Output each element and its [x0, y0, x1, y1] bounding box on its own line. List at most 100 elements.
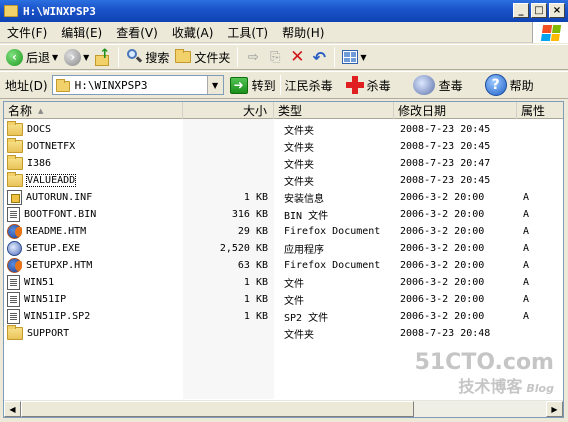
kill-label: 杀毒: [366, 78, 391, 93]
column-header-row: 名称 ▲ 大小 类型 修改日期 属性: [4, 102, 563, 119]
column-header-name[interactable]: 名称 ▲: [4, 102, 183, 119]
undo-icon: ↶: [312, 47, 327, 67]
menu-view[interactable]: 查看(V): [109, 24, 165, 41]
file-name-cell: WIN51IP.SP2: [4, 309, 183, 324]
back-arrow-icon: ‹: [6, 48, 23, 66]
delete-button[interactable]: ✕: [286, 46, 308, 68]
forward-button[interactable]: › ▼: [61, 46, 92, 68]
toolbar-separator: [118, 47, 120, 67]
sort-ascending-icon: ▲: [38, 106, 44, 115]
folders-button[interactable]: 文件夹: [172, 46, 233, 68]
go-button[interactable]: ➜ 转到: [229, 76, 276, 94]
file-row[interactable]: VALUEADD 文件夹 2008-7-23 20:45: [4, 172, 563, 189]
address-label: 地址(D): [5, 78, 48, 93]
folders-label: 文件夹: [194, 50, 231, 65]
menu-file[interactable]: 文件(F): [0, 24, 54, 41]
toolbar-separator: [237, 47, 239, 67]
file-type: Firefox Document: [284, 260, 381, 271]
menu-favorites[interactable]: 收藏(A): [165, 24, 221, 41]
plugin-label[interactable]: 江民杀毒: [285, 77, 333, 94]
file-name: WIN51: [24, 277, 55, 288]
title-bar: H:\WINXPSP3 _ □ ×: [0, 0, 568, 22]
menu-tools[interactable]: 工具(T): [220, 24, 275, 41]
firefox-icon: [7, 224, 22, 239]
file-row[interactable]: WIN51IP.SP2 1 KB SP2 文件 2006-3-2 20:00 A: [4, 308, 563, 325]
file-rows: DOCS 文件夹 2008-7-23 20:45 DOTNETFX 文件夹 2008-7-…: [4, 121, 563, 342]
scroll-track[interactable]: [21, 401, 546, 417]
file-row[interactable]: BOOTFONT.BIN 316 KB BIN 文件 2006-3-2 20:00 A: [4, 206, 563, 223]
file-date: 2006-3-2 20:00: [400, 277, 485, 288]
undo-button[interactable]: ↶: [308, 46, 330, 68]
file-row[interactable]: SETUP.EXE 2,520 KB 应用程序 2006-3-2 20:00 A: [4, 240, 563, 257]
copy-to-button[interactable]: ⎘: [264, 46, 286, 68]
chevron-down-icon[interactable]: ▼: [360, 53, 366, 62]
menu-edit[interactable]: 编辑(E): [54, 24, 109, 41]
file-name: SUPPORT: [27, 328, 70, 339]
back-button[interactable]: ‹ 后退 ▼: [3, 46, 61, 68]
menu-bar: 文件(F) 编辑(E) 查看(V) 收藏(A) 工具(T) 帮助(H): [0, 22, 568, 43]
file-row[interactable]: WIN51IP 1 KB 文件 2006-3-2 20:00 A: [4, 291, 563, 308]
search-icon: [126, 49, 143, 65]
file-name-cell: WIN51IP: [4, 292, 183, 307]
help-button[interactable]: ? 帮助: [484, 73, 534, 97]
chevron-down-icon[interactable]: ▼: [52, 53, 58, 62]
chevron-down-icon[interactable]: ▼: [83, 53, 89, 62]
file-row[interactable]: SETUPXP.HTM 63 KB Firefox Document 2006-3-2…: [4, 257, 563, 274]
scroll-left-button[interactable]: ◀: [4, 401, 21, 417]
file-type: BIN 文件: [284, 211, 329, 222]
file-list[interactable]: 名称 ▲ 大小 类型 修改日期 属性 DOCS 文件夹 2008-7-23 20:4…: [3, 101, 564, 418]
file-type: Firefox Document: [284, 226, 381, 237]
move-to-button[interactable]: ⇨: [242, 46, 264, 68]
firefox-icon: [7, 258, 22, 273]
folder-icon: [175, 49, 192, 63]
antivirus-check-button[interactable]: 查毒: [412, 73, 463, 97]
file-size: 2,520 KB: [219, 243, 268, 254]
column-header-date[interactable]: 修改日期: [394, 102, 517, 119]
file-row[interactable]: README.HTM 29 KB Firefox Document 2006-3-2 …: [4, 223, 563, 240]
minimize-button[interactable]: _: [513, 3, 529, 18]
go-label: 转到: [251, 78, 276, 93]
search-button[interactable]: 搜索: [123, 46, 172, 68]
antivirus-kill-button[interactable]: 杀毒: [345, 73, 391, 97]
column-header-type[interactable]: 类型: [274, 102, 394, 119]
file-name-cell: WIN51: [4, 275, 183, 290]
file-date: 2008-7-23 20:48: [400, 328, 491, 339]
up-button[interactable]: ↑: [92, 46, 114, 68]
file-row[interactable]: SUPPORT 文件夹 2008-7-23 20:48: [4, 325, 563, 342]
file-attributes: A: [523, 311, 530, 322]
folder-icon: [7, 325, 23, 340]
file-row[interactable]: WIN51 1 KB 文件 2006-3-2 20:00 A: [4, 274, 563, 291]
file-date: 2006-3-2 20:00: [400, 209, 485, 220]
file-name: AUTORUN.INF: [26, 192, 93, 203]
folder-icon: [7, 172, 23, 187]
windows-logo-icon: [532, 22, 568, 43]
file-name-cell: SETUP.EXE: [4, 241, 183, 256]
menu-help[interactable]: 帮助(H): [275, 24, 331, 41]
file-size: 29 KB: [237, 226, 268, 237]
file-date: 2006-3-2 20:00: [400, 294, 485, 305]
toolbar-separator: [334, 47, 336, 67]
chevron-down-icon[interactable]: ▼: [206, 76, 223, 94]
file-row[interactable]: DOTNETFX 文件夹 2008-7-23 20:45: [4, 138, 563, 155]
maximize-button[interactable]: □: [531, 3, 547, 18]
file-name: WIN51IP.SP2: [24, 311, 91, 322]
scroll-thumb[interactable]: [21, 401, 414, 417]
file-name-cell: SETUPXP.HTM: [4, 258, 183, 273]
horizontal-scrollbar[interactable]: ◀ ▶: [4, 400, 563, 417]
views-button[interactable]: ▼: [339, 46, 369, 68]
address-input[interactable]: H:\WINXPSP3 ▼: [51, 75, 224, 95]
file-row[interactable]: DOCS 文件夹 2008-7-23 20:45: [4, 121, 563, 138]
file-type: 文件: [284, 279, 304, 290]
column-header-attributes[interactable]: 属性: [517, 102, 563, 119]
file-name-cell: AUTORUN.INF: [4, 190, 183, 205]
file-row[interactable]: AUTORUN.INF 1 KB 安装信息 2006-3-2 20:00 A: [4, 189, 563, 206]
scroll-right-button[interactable]: ▶: [546, 401, 563, 417]
close-button[interactable]: ×: [549, 3, 565, 18]
file-row[interactable]: I386 文件夹 2008-7-23 20:47: [4, 155, 563, 172]
file-date: 2008-7-23 20:45: [400, 141, 491, 152]
file-date: 2006-3-2 20:00: [400, 226, 485, 237]
file-attributes: A: [523, 277, 530, 288]
folder-up-icon: ↑: [95, 47, 111, 66]
setup-info-icon: [7, 190, 22, 205]
column-header-size[interactable]: 大小: [183, 102, 274, 119]
